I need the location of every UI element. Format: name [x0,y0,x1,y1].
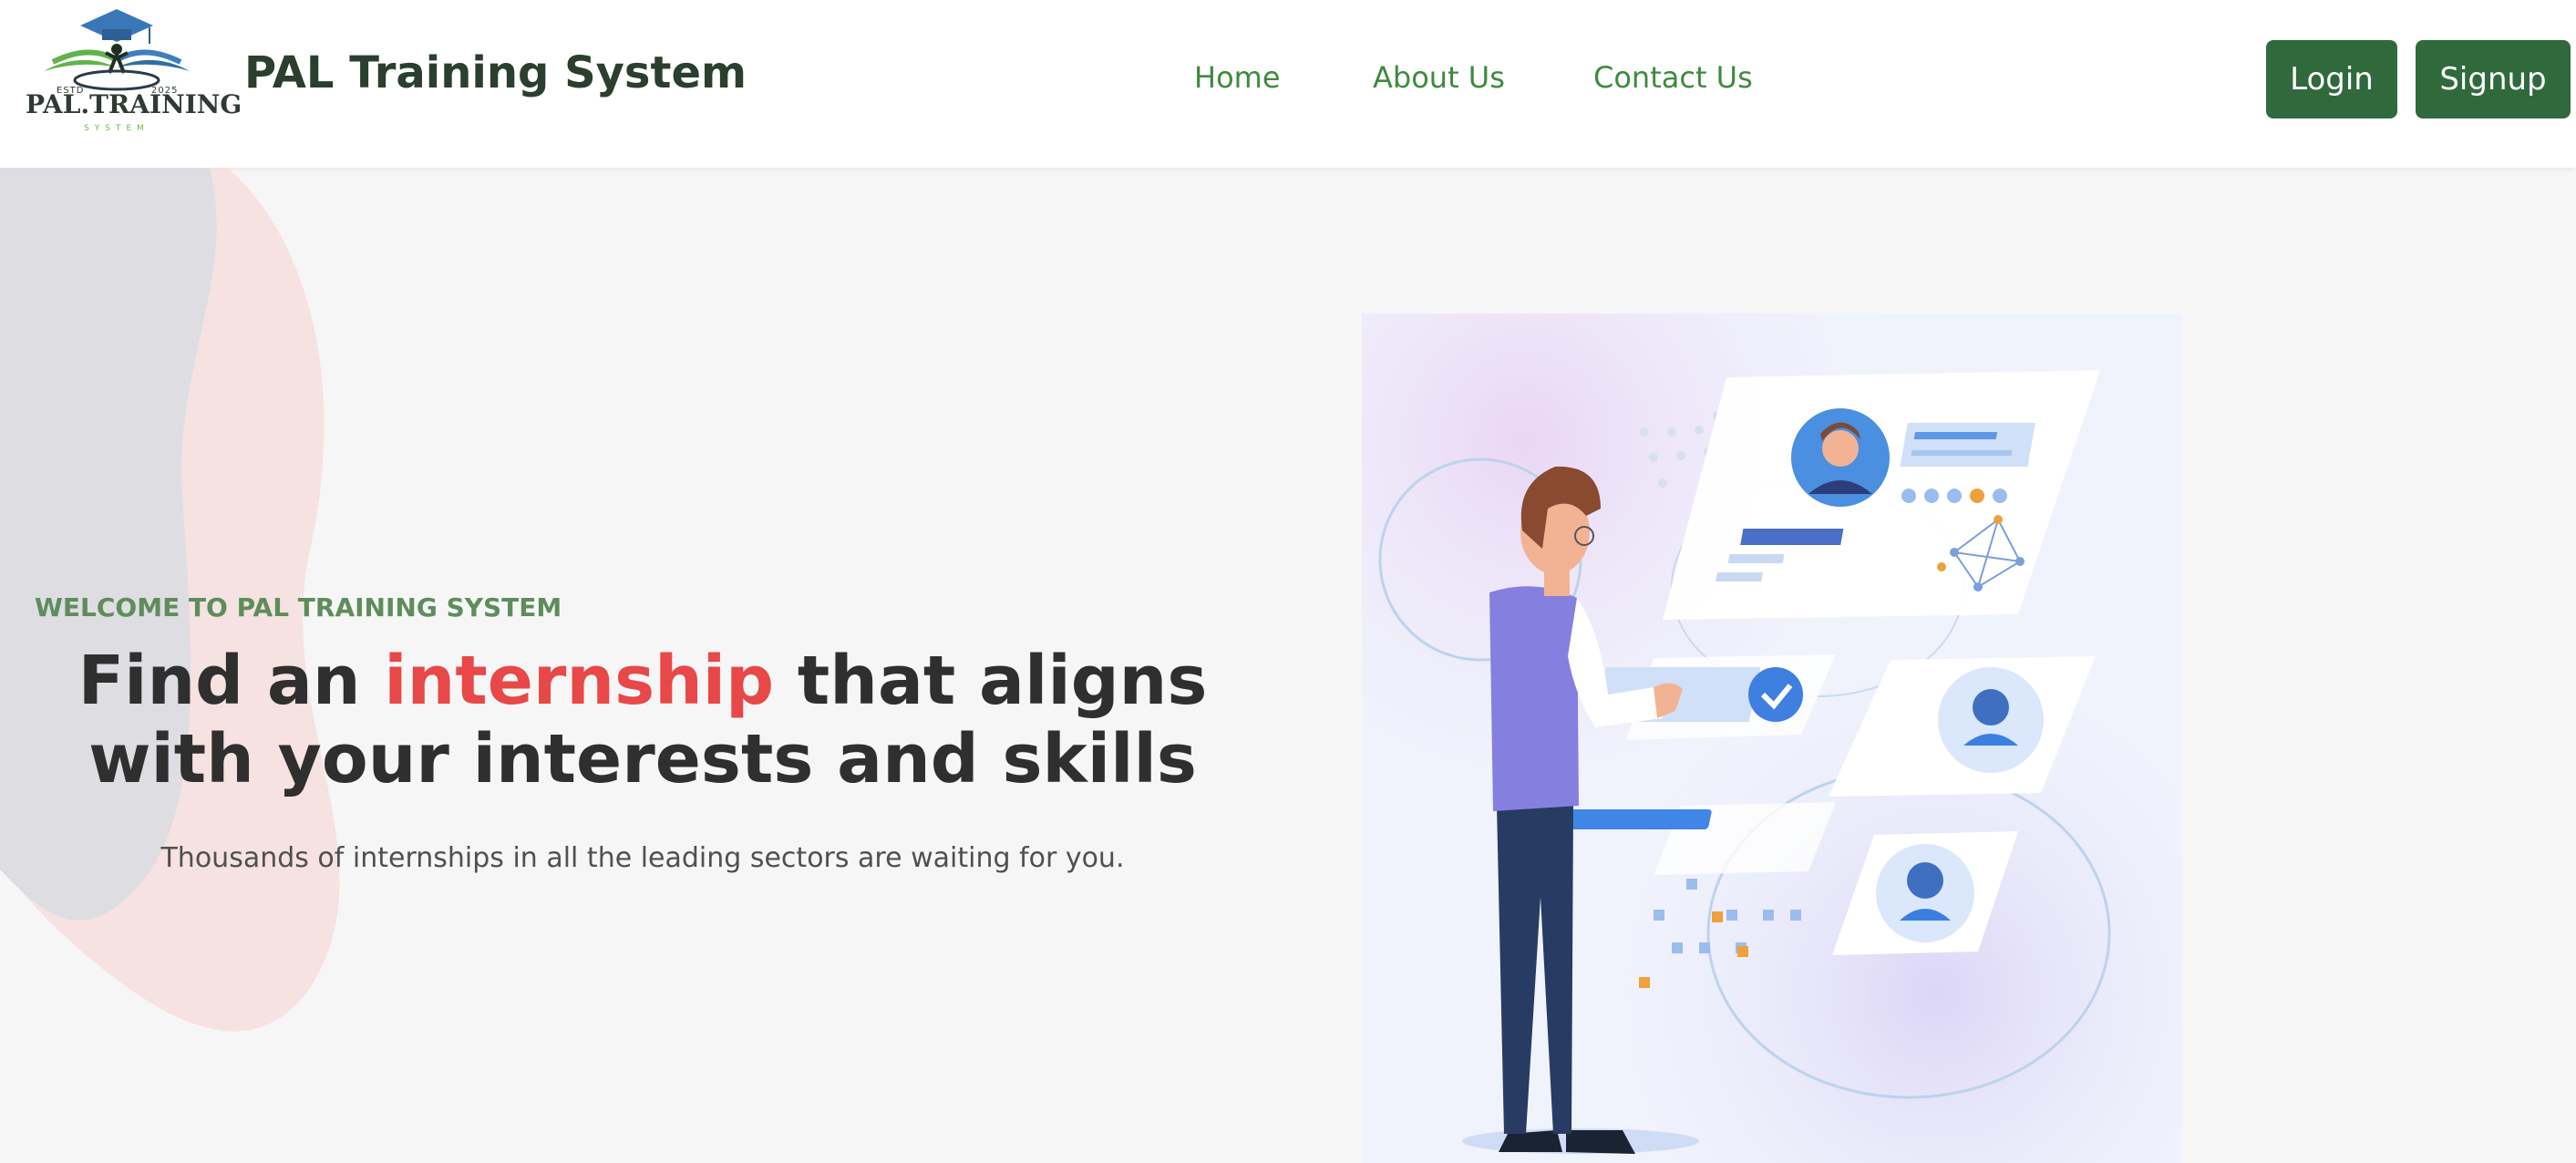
signup-button[interactable]: Signup [2416,40,2571,118]
login-button[interactable]: Login [2266,40,2397,118]
nav-contact-us-link[interactable]: Contact Us [1593,60,1753,95]
logo-tagline: SYSTEM [84,124,149,133]
logo-wordmark: PAL.TRAINING [26,89,242,119]
site-header: ESTD 2025 PAL.TRAINING SYSTEM PAL Traini… [0,0,2576,168]
graduation-cap-logo-icon [44,9,190,91]
nav-about-us-link[interactable]: About Us [1373,60,1505,95]
site-logo[interactable]: ESTD 2025 PAL.TRAINING SYSTEM [26,7,242,135]
hero-headline: Find an internship that aligns with your… [36,642,1249,798]
welcome-eyebrow: WELCOME TO PAL TRAINING SYSTEM [35,592,562,623]
site-title[interactable]: PAL Training System [244,47,747,98]
nav-home-link[interactable]: Home [1194,60,1281,95]
headline-highlight: internship [384,642,775,720]
person-selecting-candidate-profiles-illustration [1362,314,2182,1163]
headline-lead-text: Find an [77,642,385,720]
hero-subtext: Thousands of internships in all the lead… [160,842,1125,874]
